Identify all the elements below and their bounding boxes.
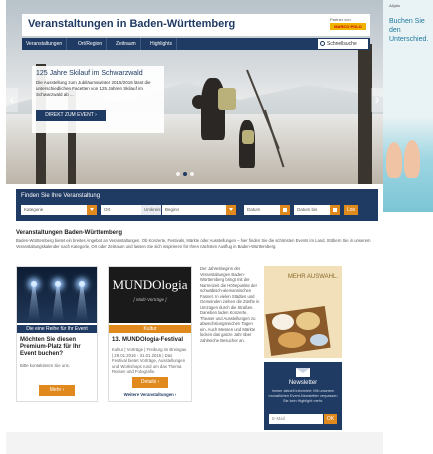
main-nav: Veranstaltungen Ort/Region Zeitraum High… bbox=[22, 38, 370, 50]
place-input[interactable]: Ort bbox=[101, 205, 141, 215]
slider-dot-active[interactable] bbox=[183, 172, 187, 176]
card-caption: Die eine Reihe für Ihr Event bbox=[17, 325, 97, 333]
marco-polo-logo[interactable]: MARCO POLO bbox=[330, 23, 366, 30]
hero-backpack bbox=[218, 88, 236, 110]
side-ad-banner[interactable]: Allgäu Buchen Sie den Unterschied. bbox=[383, 0, 433, 212]
newsletter-submit-button[interactable]: OK bbox=[324, 414, 337, 424]
newsletter-text: Immer aktuell informiert: Mit unserem mo… bbox=[268, 389, 338, 403]
hero-teaser: 125 Jahre Skilauf im Schwarzwald Die Aus… bbox=[32, 66, 164, 133]
more-button[interactable]: Mehr › bbox=[39, 385, 75, 396]
event-card-premium[interactable]: Die eine Reihe für Ihr Event Möchten Sie… bbox=[16, 266, 98, 402]
food-ad-banner[interactable]: MEHR AUSWAHL. bbox=[264, 266, 342, 358]
food-plate bbox=[272, 314, 294, 330]
intro-section: Veranstaltungen Baden-Württemberg Baden-… bbox=[16, 230, 378, 249]
calendar-icon[interactable] bbox=[280, 205, 290, 215]
card-heading[interactable]: Möchten Sie diesen Premium-Platz für Ihr… bbox=[20, 337, 94, 358]
hero-skier-head bbox=[192, 95, 206, 109]
mundologia-logo: MUNDOlogia bbox=[112, 277, 188, 292]
food-plate bbox=[310, 334, 328, 346]
ad-feet-image bbox=[386, 142, 402, 178]
quick-search-input[interactable]: Schnellsuche bbox=[318, 39, 368, 49]
ad-text: Buchen Sie den Unterschied. bbox=[389, 18, 429, 43]
slider-dot[interactable] bbox=[176, 172, 180, 176]
chevron-down-icon[interactable] bbox=[87, 205, 97, 215]
stage-image bbox=[17, 267, 97, 323]
event-card-mundologia[interactable]: MUNDOlogia [ Multi-Vorträge ] Kultur 13.… bbox=[108, 266, 192, 402]
intro-heading: Veranstaltungen Baden-Württemberg bbox=[16, 230, 123, 236]
hero-backpack bbox=[242, 130, 254, 144]
teaser-event-button[interactable]: DIREKT ZUM EVENT › bbox=[36, 110, 106, 121]
slider-prev-button[interactable]: ‹ bbox=[6, 88, 18, 112]
newsletter-heading: Newsletter bbox=[288, 380, 318, 386]
newsletter-box: Newsletter Immer aktuell informiert: Mit… bbox=[264, 362, 342, 430]
intro-text: Baden-Württemberg bietet ein breites Ang… bbox=[16, 238, 371, 249]
quick-search-placeholder: Schnellsuche bbox=[327, 41, 357, 47]
food-plate bbox=[278, 332, 306, 348]
spotlight-beam bbox=[28, 285, 40, 321]
ad-feet-image bbox=[404, 140, 420, 178]
hero-tree bbox=[358, 44, 372, 184]
date-from-input[interactable]: Datum bbox=[244, 205, 280, 215]
mundologia-logo-sub: [ Multi-Vorträge ] bbox=[133, 297, 167, 302]
search-icon bbox=[320, 41, 325, 46]
page-footer-area bbox=[6, 432, 383, 454]
newsletter-email-input[interactable]: E-Mail bbox=[269, 414, 323, 424]
teaser-text: Die Ausstellung zum Jubiläumswinter 2015… bbox=[36, 80, 151, 97]
envelope-icon bbox=[296, 368, 310, 377]
mundologia-image: MUNDOlogia [ Multi-Vorträge ] bbox=[109, 267, 191, 323]
site-title[interactable]: Veranstaltungen in Baden-Württemberg bbox=[28, 18, 235, 30]
spotlight-beam bbox=[52, 285, 64, 321]
nav-tab-highlights[interactable]: Highlights bbox=[146, 38, 177, 50]
slider-dots bbox=[176, 163, 197, 181]
teaser-title: 125 Jahre Skilauf im Schwarzwald bbox=[36, 70, 143, 77]
food-plate bbox=[296, 312, 320, 330]
hero-skier bbox=[239, 120, 255, 168]
card-meta: Bitte kontaktieren Sie uns. bbox=[20, 363, 70, 368]
season-text: Der Jahresbeginn der Veranstaltungen Bad… bbox=[200, 266, 260, 343]
more-events-link[interactable]: Weitere Veranstaltungen › bbox=[112, 392, 188, 398]
card-meta: Kultur | Vorträge | Freiburg im Breisgau… bbox=[112, 347, 187, 374]
ad-brand: Allgäu bbox=[389, 3, 401, 8]
slider-next-button[interactable]: › bbox=[371, 88, 383, 112]
date-to-input[interactable]: Datum bis bbox=[294, 205, 330, 215]
event-finder: Finden Sie Ihre Veranstaltung Kategorie … bbox=[16, 189, 378, 221]
site-header: Veranstaltungen in Baden-Württemberg Par… bbox=[22, 14, 370, 36]
spotlight-beam bbox=[76, 285, 88, 321]
details-button[interactable]: Details › bbox=[132, 377, 168, 388]
card-heading[interactable]: 13. MUNDOlogia-Festival bbox=[112, 337, 188, 344]
partner-box[interactable]: Partner von MARCO POLO bbox=[330, 17, 366, 30]
chevron-down-icon[interactable] bbox=[226, 205, 236, 215]
category-select[interactable]: Kategorie bbox=[21, 205, 87, 215]
partner-label: Partner von bbox=[330, 17, 351, 22]
radius-label: Umkreis bbox=[141, 205, 161, 215]
card-category: Kultur bbox=[109, 325, 191, 333]
food-ad-text: MEHR AUSWAHL. bbox=[287, 274, 338, 280]
food-tray bbox=[265, 306, 331, 356]
calendar-icon[interactable] bbox=[330, 205, 340, 215]
radius-select[interactable]: Beginn bbox=[162, 205, 226, 215]
slider-dot[interactable] bbox=[190, 172, 194, 176]
nav-tab-veranstaltungen[interactable]: Veranstaltungen bbox=[22, 38, 68, 50]
nav-tab-ort-region[interactable]: Ort/Region bbox=[74, 38, 108, 50]
nav-tab-zeitraum[interactable]: Zeitraum bbox=[112, 38, 141, 50]
finder-label: Finden Sie Ihre Veranstaltung bbox=[21, 193, 101, 199]
search-go-button[interactable]: Los bbox=[344, 205, 358, 215]
